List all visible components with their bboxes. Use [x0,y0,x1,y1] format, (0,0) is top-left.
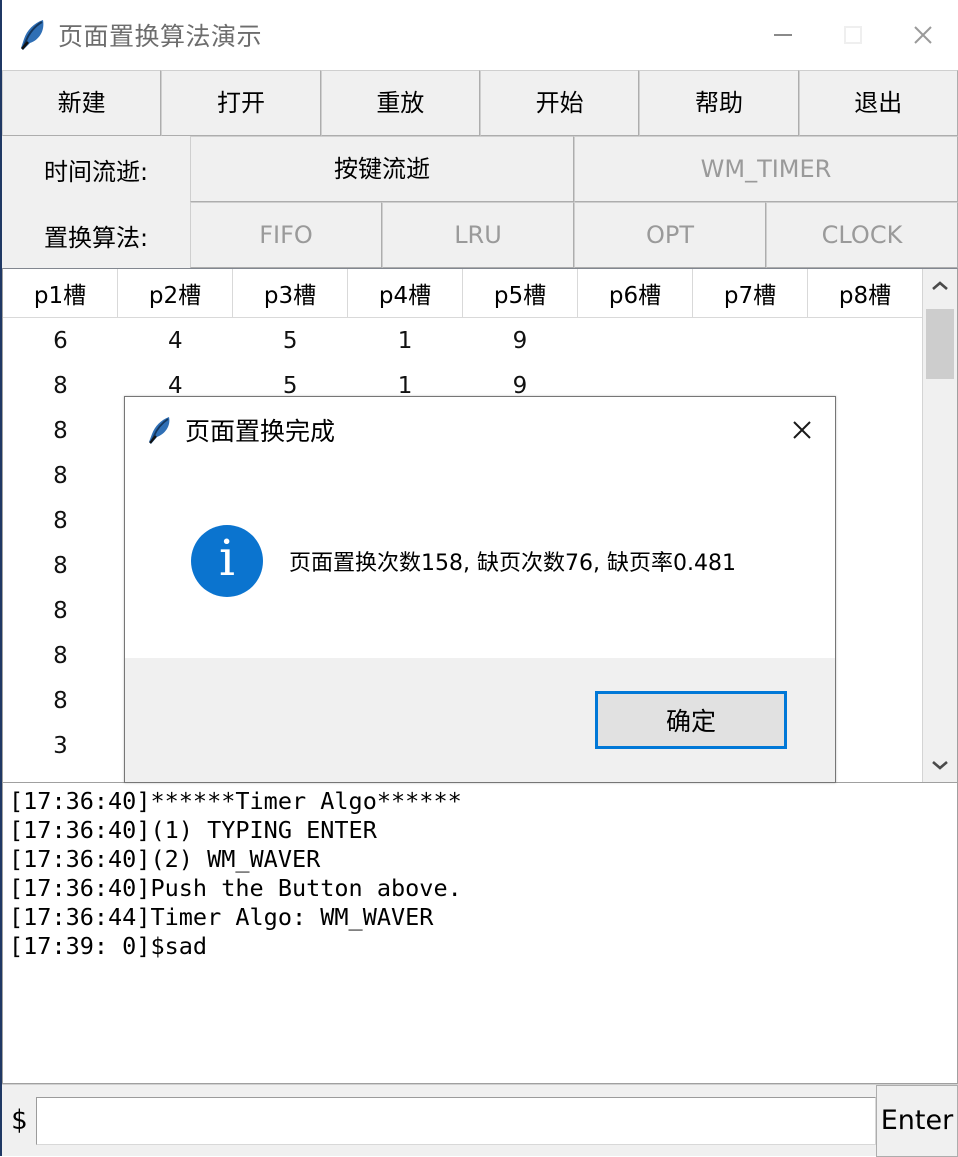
info-circle-icon: i [191,524,263,597]
window-title: 页面置换算法演示 [58,22,263,51]
algorithm-button-fifo[interactable]: FIFO [190,202,382,268]
log-line: [17:36:44]Timer Algo: WM_WAVER [9,903,434,931]
frame-table-column-header[interactable]: p7槽 [693,269,808,317]
chevron-down-icon[interactable] [923,748,957,782]
command-input[interactable] [36,1096,876,1145]
window-controls [748,0,958,70]
info-glyph: i [219,528,235,587]
frame-table-header: p1槽 p2槽 p3槽 p4槽 p5槽 p6槽 p7槽 p8槽 [3,269,922,318]
completion-dialog: 页面置换完成 i 页面置换次数158, 缺页次数76, 缺页率0.481 确定 [124,396,836,783]
command-bar: $ Enter [2,1084,958,1157]
scrollbar-thumb[interactable] [926,309,954,379]
table-row[interactable]: 6 4 5 1 9 [3,318,922,363]
time-mode-wmtimer-button[interactable]: WM_TIMER [574,136,958,202]
dialog-close-button[interactable] [769,397,835,463]
table-cell: 8 [53,372,68,399]
toolbar-button-open[interactable]: 打开 [161,70,321,136]
frame-table-column-header[interactable]: p5槽 [463,269,578,317]
frame-table-column-header[interactable]: p4槽 [348,269,463,317]
frame-table-column-header[interactable]: p1槽 [3,269,118,317]
table-cell: 8 [53,417,68,444]
prompt-symbol: $ [10,1105,28,1136]
title-bar: 页面置换算法演示 [2,0,958,70]
chevron-up-icon[interactable] [923,269,957,303]
dialog-body: i 页面置换次数158, 缺页次数76, 缺页率0.481 [125,463,835,658]
log-output[interactable]: [17:36:40]******Timer Algo****** [17:36:4… [2,783,958,1084]
toolbar-button-exit[interactable]: 退出 [798,70,958,136]
scrollbar-track[interactable] [923,303,957,748]
time-mode-toolbar: 时间流逝: 按键流逝 WM_TIMER [2,136,958,202]
minimize-icon [774,34,792,36]
table-cell: 8 [53,507,68,534]
feather-quill-icon [147,415,173,445]
toolbar-button-help[interactable]: 帮助 [639,70,799,136]
table-cell: 4 [167,327,183,354]
table-cell [807,318,922,363]
table-cell: 1 [397,327,413,354]
log-line: [17:36:40]Push the Button above. [9,874,462,902]
table-cell: 8 [53,642,68,669]
close-icon [914,26,932,44]
maximize-icon [844,26,862,44]
table-cell: 8 [53,597,68,624]
dialog-footer: 确定 [125,658,835,782]
dialog-message: 页面置换次数158, 缺页次数76, 缺页率0.481 [289,550,736,576]
time-mode-label: 时间流逝: [2,136,190,202]
toolbar-button-new[interactable]: 新建 [2,70,162,136]
table-cell: 8 [53,552,68,579]
table-cell [692,318,807,363]
minimize-button[interactable] [748,0,818,70]
close-icon [793,421,811,439]
log-line: [17:36:40]******Timer Algo****** [9,787,462,815]
table-cell [577,318,692,363]
close-button[interactable] [888,0,958,70]
frame-table-column-header[interactable]: p8槽 [808,269,922,317]
feather-quill-icon [18,18,48,52]
time-mode-key-button[interactable]: 按键流逝 [190,136,574,202]
dialog-title-bar: 页面置换完成 [125,397,835,463]
table-cell: 6 [53,327,68,354]
table-cell: 3 [53,732,68,759]
algorithm-button-lru[interactable]: LRU [382,202,574,268]
frame-table-column-header[interactable]: p3槽 [233,269,348,317]
log-line: [17:39: 0]$sad [9,932,208,960]
table-cell: 8 [53,687,68,714]
main-toolbar: 新建 打开 重放 开始 帮助 退出 [2,70,958,136]
table-cell: 8 [53,462,68,489]
enter-button[interactable]: Enter [876,1084,958,1157]
maximize-button[interactable] [818,0,888,70]
dialog-title: 页面置换完成 [185,417,336,446]
log-line: [17:36:40](2) WM_WAVER [9,845,321,873]
table-cell: 5 [282,327,298,354]
frame-table-scrollbar[interactable] [922,269,957,782]
algorithm-label: 置换算法: [2,202,190,268]
log-line: [17:36:40](1) TYPING ENTER [9,816,377,844]
algorithm-button-opt[interactable]: OPT [574,202,766,268]
frame-table-column-header[interactable]: p6槽 [578,269,693,317]
frame-table-column-header[interactable]: p2槽 [118,269,233,317]
algorithm-toolbar: 置换算法: FIFO LRU OPT CLOCK [2,202,958,268]
toolbar-button-replay[interactable]: 重放 [320,70,480,136]
main-window: 页面置换算法演示 新建 打开 重放 开始 帮助 退出 时间流逝: 按键流逝 WM… [0,0,958,1157]
toolbar-button-start[interactable]: 开始 [479,70,640,136]
dialog-ok-button[interactable]: 确定 [595,691,787,749]
table-cell: 9 [512,327,528,354]
algorithm-button-clock[interactable]: CLOCK [766,202,958,268]
